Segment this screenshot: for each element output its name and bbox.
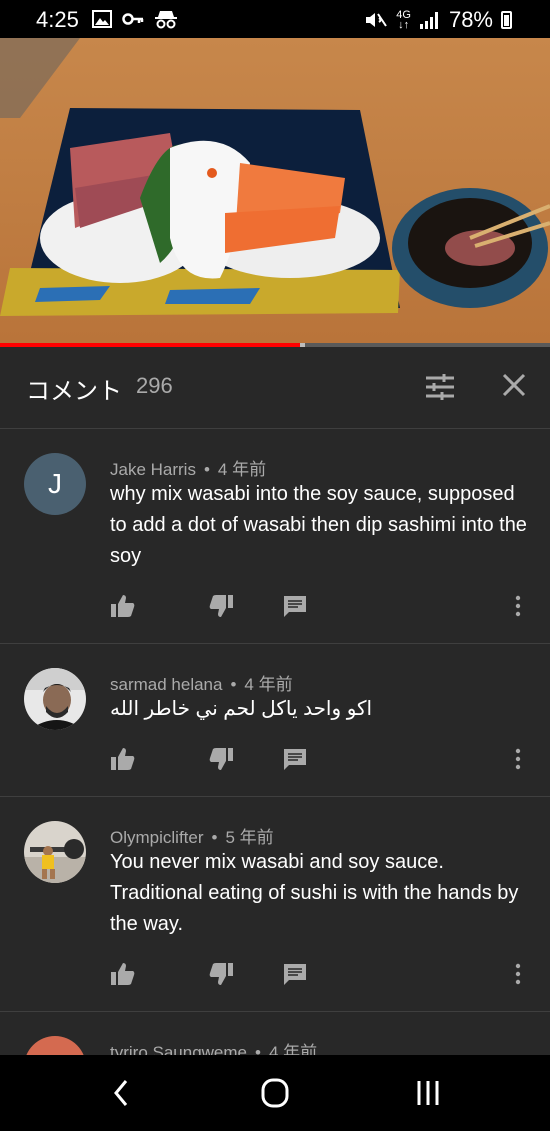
meta-separator: • [255, 1043, 261, 1055]
thumbs-down-icon[interactable] [208, 746, 234, 772]
more-options-icon[interactable] [510, 746, 526, 772]
comment-meta: tyriro Saungweme • 4 年前 [110, 1038, 317, 1055]
comments-title: コメント [26, 378, 122, 405]
more-options-icon[interactable] [510, 593, 526, 619]
sort-filter-icon[interactable] [424, 371, 456, 403]
meta-separator: • [211, 828, 218, 847]
comment-time: 4 年前 [217, 460, 267, 479]
comment-author[interactable]: Olympiclifter [110, 828, 204, 847]
meta-separator: • [230, 675, 237, 694]
battery-icon [501, 11, 512, 29]
comment-author[interactable]: tyriro Saungweme [110, 1043, 247, 1055]
comment-actions [110, 593, 530, 621]
comment-meta: Jake Harris • 4 年前 [110, 455, 266, 480]
comments-header: コメント 296 [0, 347, 550, 429]
avatar[interactable] [24, 1036, 86, 1055]
status-bar: 4:25 4G ↓↑ 78% [0, 0, 550, 38]
comment-text: why mix wasabi into the soy sauce, suppo… [110, 483, 527, 567]
recent-apps-icon[interactable] [408, 1077, 448, 1109]
avatar[interactable] [24, 821, 86, 883]
video-player[interactable] [0, 38, 550, 343]
reply-icon[interactable] [282, 746, 308, 772]
reply-icon[interactable] [282, 961, 308, 987]
image-icon [92, 10, 112, 28]
status-time: 4:25 [36, 7, 79, 32]
close-icon[interactable] [498, 369, 530, 401]
comments-list[interactable]: J Jake Harris • 4 年前 why mix wasabi into t… [0, 429, 550, 1055]
meta-separator: • [203, 460, 210, 479]
comment-author[interactable]: sarmad helana [110, 675, 222, 694]
comments-count: 296 [136, 373, 173, 398]
comment-item: sarmad helana • 4 年前 اكو واحد ياكل لحم ني … [0, 644, 550, 797]
more-options-icon[interactable] [510, 961, 526, 987]
system-nav-bar [0, 1055, 550, 1131]
comment-item: J Jake Harris • 4 年前 why mix wasabi into t… [0, 429, 550, 644]
comment-time: 4 年前 [268, 1043, 318, 1055]
avatar-photo [24, 668, 86, 730]
reply-icon[interactable] [282, 593, 308, 619]
thumbs-up-icon[interactable] [110, 593, 136, 619]
network-indicator: 4G ↓↑ [396, 9, 411, 31]
thumbs-up-icon[interactable] [110, 746, 136, 772]
comment-text: اكو واحد ياكل لحم ني خاطر الله [110, 698, 373, 720]
mute-icon [366, 13, 388, 27]
signal-icon [419, 12, 438, 29]
comment-meta: Olympiclifter • 5 年前 [110, 823, 274, 848]
thumbs-down-icon[interactable] [208, 961, 234, 987]
key-icon [122, 13, 144, 25]
avatar[interactable] [24, 668, 86, 730]
comment-time: 4 年前 [244, 675, 293, 694]
back-icon[interactable] [102, 1077, 142, 1109]
thumbs-up-icon[interactable] [110, 961, 136, 987]
avatar[interactable]: J [24, 453, 86, 515]
comment-author[interactable]: Jake Harris [110, 460, 196, 479]
comment-actions [110, 961, 530, 989]
comment-item: Olympiclifter • 5 年前 You never mix wasabi … [0, 797, 550, 1012]
video-frame [0, 38, 550, 343]
comment-actions [110, 746, 530, 774]
incognito-icon [155, 11, 177, 29]
battery-percent: 78% [448, 7, 493, 32]
comment-meta: sarmad helana • 4 年前 [110, 670, 293, 695]
comment-text: You never mix wasabi and soy sauce. Trad… [110, 851, 519, 935]
comment-time: 5 年前 [225, 828, 274, 847]
home-icon[interactable] [255, 1077, 295, 1109]
avatar-photo [24, 821, 86, 883]
comment-item: tyriro Saungweme • 4 年前 [0, 1012, 550, 1055]
thumbs-down-icon[interactable] [208, 593, 234, 619]
